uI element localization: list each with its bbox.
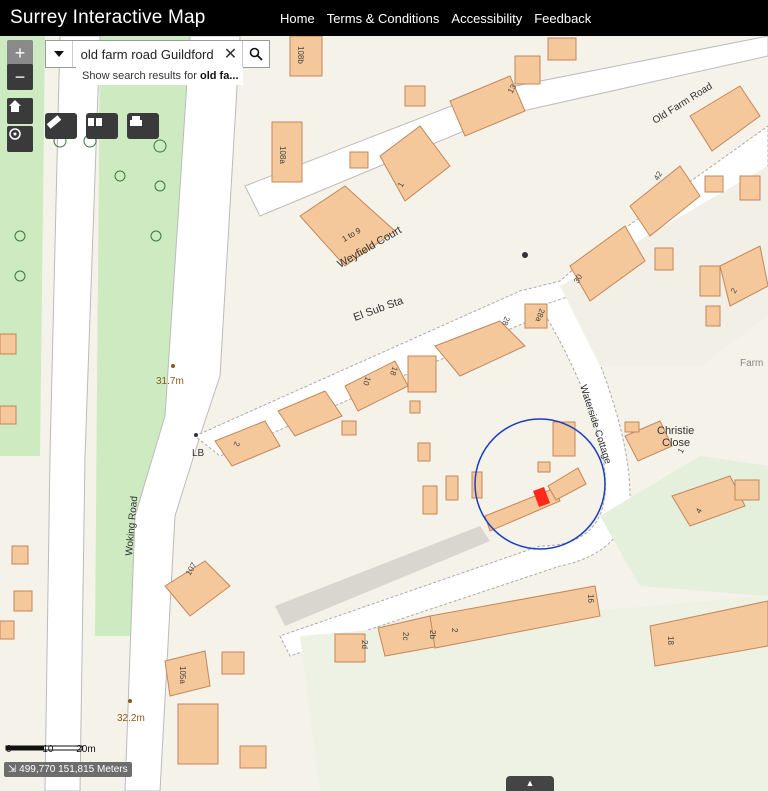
search-dropdown[interactable] bbox=[46, 41, 73, 67]
house-number: 105a bbox=[178, 666, 187, 684]
expand-panel-button[interactable]: ▲ bbox=[506, 776, 554, 791]
caret-down-icon bbox=[53, 51, 64, 57]
label-spot-height-2: 32.2m bbox=[117, 713, 145, 724]
search-icon bbox=[249, 47, 263, 61]
label-close: Close bbox=[662, 437, 690, 449]
map-svg: Old Farm Road Weyfield Court 1 to 9 El S… bbox=[0, 36, 768, 791]
nav-terms[interactable]: Terms & Conditions bbox=[327, 11, 440, 26]
clear-search-button[interactable]: ✕ bbox=[219, 44, 243, 64]
house-number: 2b bbox=[428, 630, 437, 639]
scale-labels: 0 10 20m bbox=[6, 744, 96, 755]
home-button[interactable] bbox=[7, 98, 33, 124]
coordinates-text: 499,770 151,815 Meters bbox=[19, 764, 128, 775]
top-nav: Home Terms & Conditions Accessibility Fe… bbox=[280, 0, 603, 36]
house-number: 108a bbox=[278, 146, 287, 164]
print-button[interactable] bbox=[127, 113, 159, 139]
app-title: Surrey Interactive Map bbox=[10, 7, 206, 28]
scale-tick-0: 0 bbox=[6, 744, 12, 755]
coordinates-readout: ⇲ 499,770 151,815 Meters bbox=[4, 762, 132, 777]
suggestion-prefix: Show search results for bbox=[82, 70, 200, 82]
search-button[interactable] bbox=[242, 41, 269, 67]
spot-height-marker bbox=[171, 364, 175, 368]
suggestion-query: old fa... bbox=[200, 70, 239, 82]
map-point bbox=[194, 433, 198, 437]
label-farm: Farm bbox=[740, 358, 763, 369]
zoom-in-button[interactable]: + bbox=[7, 40, 33, 66]
measure-button[interactable] bbox=[45, 113, 77, 139]
basemap-button[interactable] bbox=[86, 113, 118, 139]
search-input[interactable] bbox=[72, 45, 219, 63]
nav-feedback[interactable]: Feedback bbox=[534, 11, 591, 26]
scale-tick-10: 10 bbox=[42, 744, 54, 755]
house-number: 2c bbox=[401, 632, 410, 640]
house-number: 18 bbox=[666, 636, 675, 645]
house-number: 108b bbox=[296, 46, 305, 64]
label-christie: Christie bbox=[657, 425, 694, 437]
map-canvas[interactable]: Old Farm Road Weyfield Court 1 to 9 El S… bbox=[0, 36, 768, 791]
house-number: 16 bbox=[586, 594, 595, 603]
locate-button[interactable] bbox=[7, 126, 33, 152]
search-suggestion[interactable]: Show search results for old fa... bbox=[76, 67, 243, 85]
road bbox=[44, 36, 101, 791]
label-el-sub-sta: El Sub Sta bbox=[352, 294, 406, 323]
ruler-icon bbox=[46, 115, 62, 129]
search-box: ✕ bbox=[45, 40, 270, 68]
house-number: 2d bbox=[360, 640, 369, 649]
label-spot-height-1: 31.7m bbox=[156, 376, 184, 387]
crosshair-icon bbox=[9, 128, 21, 140]
zoom-out-button[interactable]: − bbox=[7, 64, 33, 90]
label-lb: LB bbox=[192, 448, 205, 459]
house-number: 2 bbox=[450, 628, 459, 633]
printer-icon bbox=[130, 116, 142, 126]
layers-icon bbox=[88, 118, 102, 126]
scale-tick-20: 20m bbox=[76, 744, 96, 755]
nav-accessibility[interactable]: Accessibility bbox=[451, 11, 522, 26]
top-bar: Surrey Interactive Map Home Terms & Cond… bbox=[0, 0, 768, 36]
map-point bbox=[522, 252, 528, 258]
spot-height-marker bbox=[128, 699, 132, 703]
nav-home[interactable]: Home bbox=[280, 11, 315, 26]
home-icon bbox=[9, 100, 21, 112]
